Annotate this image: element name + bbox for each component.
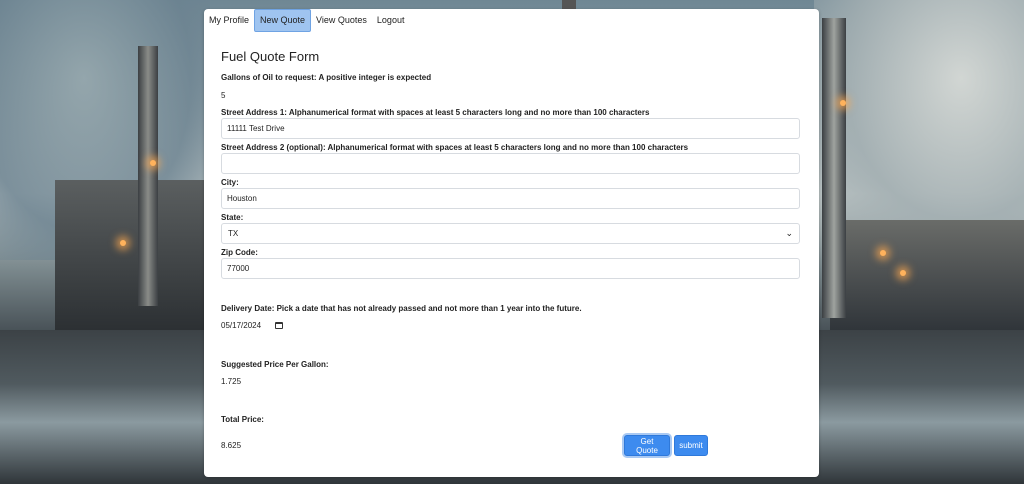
zip-label: Zip Code: — [221, 248, 258, 257]
address2-input[interactable] — [221, 153, 800, 174]
address2-label: Street Address 2 (optional): Alphanumeri… — [221, 143, 689, 152]
suggested-price-label: Suggested Price Per Gallon: — [221, 360, 329, 369]
zip-input[interactable]: 77000 — [221, 258, 800, 279]
delivery-date-label: Delivery Date: Pick a date that has not … — [221, 304, 582, 313]
form-title: Fuel Quote Form — [221, 49, 320, 64]
address1-input[interactable]: 11111 Test Drive — [221, 118, 800, 139]
state-selected-value: TX — [228, 229, 239, 238]
top-nav: My Profile New Quote View Quotes Logout — [204, 9, 409, 32]
total-price-label: Total Price: — [221, 415, 264, 424]
total-price-value: 8.625 — [221, 441, 242, 450]
state-select[interactable]: TX ⌄ — [221, 223, 800, 244]
city-label: City: — [221, 178, 239, 187]
nav-new-quote[interactable]: New Quote — [254, 9, 312, 32]
nav-logout[interactable]: Logout — [372, 9, 410, 32]
submit-button[interactable]: submit — [674, 435, 708, 456]
get-quote-button[interactable]: Get Quote — [624, 435, 670, 456]
quote-card: My Profile New Quote View Quotes Logout … — [204, 9, 819, 477]
delivery-date-value: 05/17/2024 — [221, 321, 262, 330]
delivery-date-input[interactable]: 05/17/2024 — [221, 321, 284, 330]
nav-view-quotes[interactable]: View Quotes — [311, 9, 372, 32]
gallons-value[interactable]: 5 — [221, 91, 225, 100]
nav-my-profile[interactable]: My Profile — [204, 9, 254, 32]
gallons-label: Gallons of Oil to request: A positive in… — [221, 73, 432, 82]
state-label: State: — [221, 213, 244, 222]
suggested-price-value: 1.725 — [221, 377, 242, 386]
address1-label: Street Address 1: Alphanumerical format … — [221, 108, 650, 117]
calendar-icon[interactable] — [275, 322, 284, 329]
chevron-down-icon: ⌄ — [785, 228, 793, 238]
city-input[interactable]: Houston — [221, 188, 800, 209]
